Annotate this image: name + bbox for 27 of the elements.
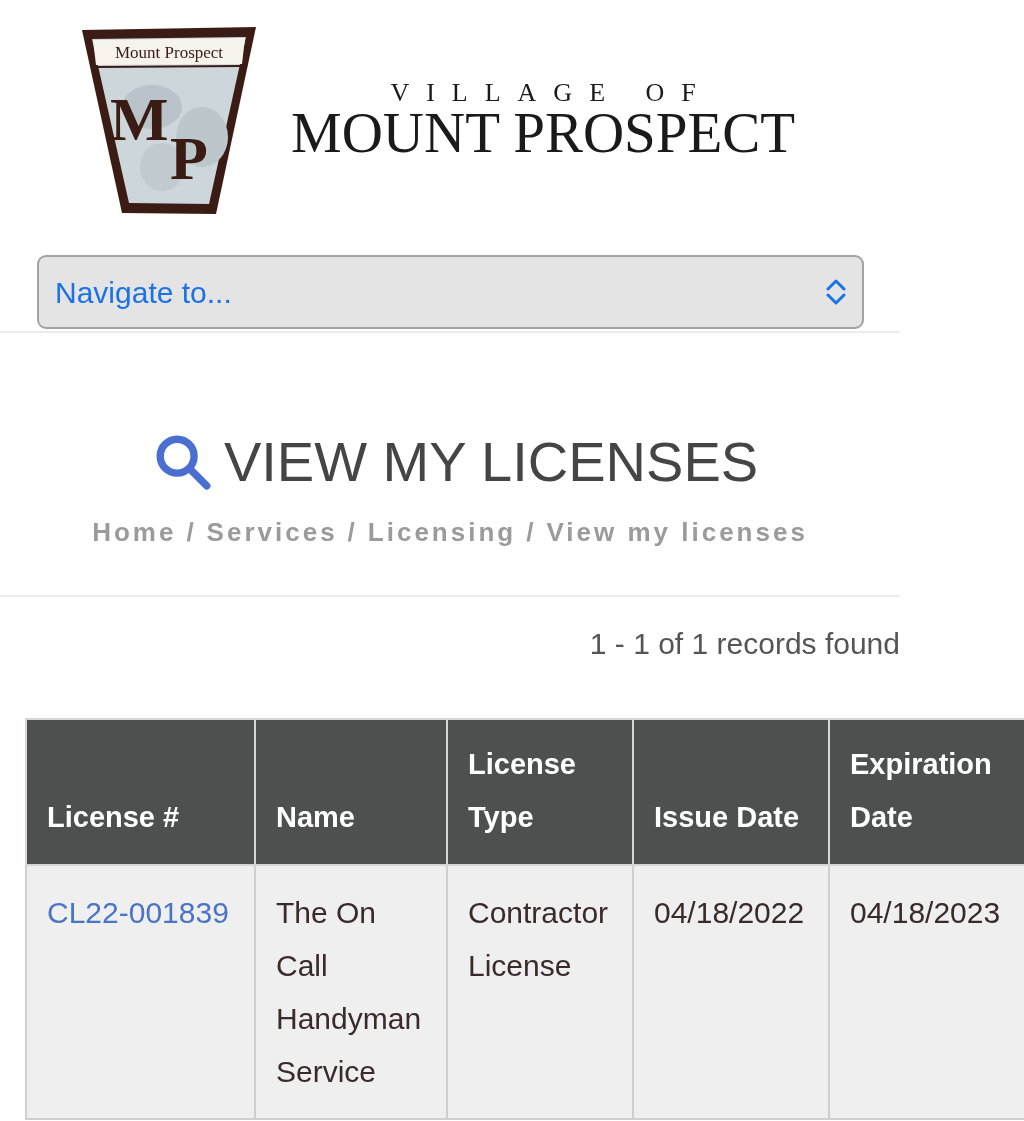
navigate-select[interactable]: Navigate to... xyxy=(37,255,864,329)
table-cell: Contractor License xyxy=(447,865,633,1119)
table-cell: 04/18/2022 xyxy=(633,865,829,1119)
breadcrumb-link[interactable]: Services xyxy=(206,514,338,550)
column-header: License Type xyxy=(447,719,633,865)
table-cell: The On Call Handyman Service xyxy=(255,865,447,1119)
logo-title: MOUNT PROSPECT xyxy=(291,104,796,161)
page-title: VIEW MY LICENSES xyxy=(223,430,759,494)
monogram-letter: M xyxy=(110,85,169,153)
chevron-updown-icon xyxy=(826,279,846,305)
breadcrumb-separator: / xyxy=(347,516,358,549)
records-count: 1 - 1 of 1 records found xyxy=(589,626,900,662)
breadcrumb-separator: / xyxy=(526,516,537,549)
license-link[interactable]: CL22-001839 xyxy=(47,896,229,929)
logo-badge-caption: Mount Prospect xyxy=(114,43,224,62)
breadcrumb-separator: / xyxy=(186,516,197,549)
column-header: License # xyxy=(26,719,255,865)
search-icon xyxy=(155,434,211,490)
monogram-letter: P xyxy=(170,124,208,192)
logo-subtitle: VILLAGE OF xyxy=(390,80,713,106)
breadcrumb-link[interactable]: Licensing xyxy=(367,514,517,550)
column-header: Issue Date xyxy=(633,719,829,865)
table-cell: 04/18/2023 xyxy=(829,865,1024,1119)
breadcrumb-link[interactable]: Home xyxy=(92,514,177,550)
column-header: Name xyxy=(255,719,447,865)
breadcrumb-link[interactable]: View my licenses xyxy=(546,514,808,550)
column-header: Expiration Date xyxy=(829,719,1024,865)
